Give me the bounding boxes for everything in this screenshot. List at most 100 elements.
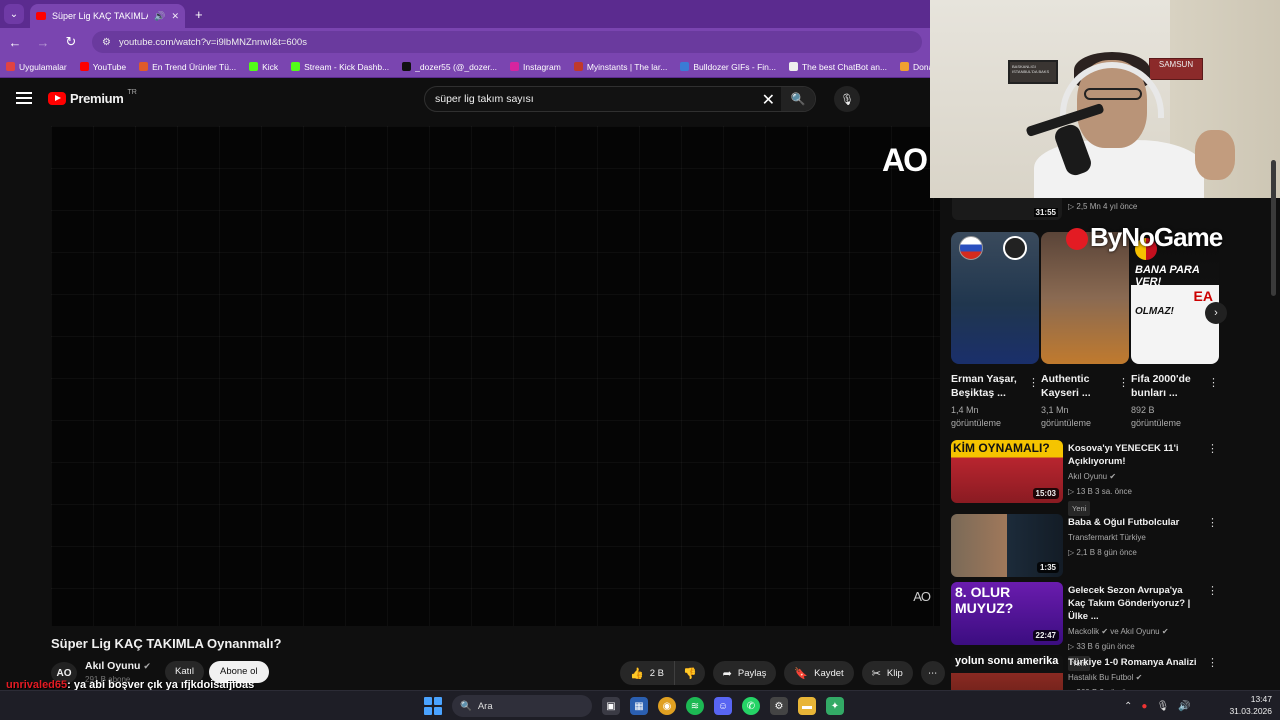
channel-watermark[interactable]: AO <box>913 589 931 604</box>
video-item-meta: ▷ 13 B 3 sa. önce <box>1068 487 1132 496</box>
video-thumbnail[interactable]: 1:35 <box>951 514 1063 577</box>
mic-icon[interactable]: 🎙 <box>1156 701 1169 712</box>
channel-name[interactable]: Akıl Oyunu ✔ <box>85 660 151 672</box>
file-explorer-icon[interactable]: ▬ <box>798 697 816 715</box>
taskbar-search[interactable]: 🔍 Ara <box>452 695 592 717</box>
address-bar[interactable]: ⚙ youtube.com/watch?v=i9lbMNZnnwI&t=600s <box>92 31 922 53</box>
chevron-up-icon[interactable]: ⌃ <box>1124 701 1132 712</box>
video-item-title: Kosova'yı YENECEK 11'i Açıklıyorum! <box>1068 443 1179 467</box>
spotify-icon[interactable]: ≋ <box>686 697 704 715</box>
thumbs-up-icon: 👍 <box>630 667 644 680</box>
video-actions: 👍 2 B 👎 ➦ Paylaş 🔖 Kaydet ✂ Klip ⋯ <box>620 661 945 685</box>
related-video-item[interactable]: 8. OLUR MUYUZ? 22:47 Gelecek Sezon Avrup… <box>951 582 1231 671</box>
video-more-icon[interactable]: ⋮ <box>1207 584 1218 597</box>
bookmark-item[interactable]: Kick <box>249 62 278 72</box>
clear-search-icon[interactable]: ✕ <box>762 90 775 110</box>
speaker-icon[interactable]: 🔊 <box>154 11 165 22</box>
dislike-button[interactable]: 👎 <box>674 661 705 685</box>
tab-search-button[interactable]: ⌄ <box>4 4 24 24</box>
short-more-icon[interactable]: ⋮ <box>1208 376 1219 389</box>
bookmark-item[interactable]: YouTube <box>79 61 127 72</box>
bookmark-item[interactable]: Donate ByNoGam <box>900 62 930 72</box>
bookmark-favicon-icon <box>573 62 583 71</box>
clip-button[interactable]: ✂ Klip <box>861 661 913 685</box>
related-video-item[interactable]: KİM OYNAMALI? 15:03 Kosova'yı YENECEK 11… <box>951 440 1231 516</box>
related-video-partial[interactable]: 31:55 <box>952 198 1062 220</box>
short-item[interactable]: BANA PARA VER! EA OLMAZ! Fifa 2000'de bu… <box>1131 232 1219 430</box>
share-button[interactable]: ➦ Paylaş <box>712 661 777 685</box>
thumb-text: yolun sonu amerika <box>955 655 1059 667</box>
bookmark-label: Kick <box>262 61 279 72</box>
video-player[interactable]: AO AO <box>51 126 940 626</box>
store-icon[interactable]: ▦ <box>630 697 648 715</box>
browser-toolbar: ← → ↻ ⚙ youtube.com/watch?v=i9lbMNZnnwI&… <box>0 28 930 56</box>
video-item-info: Baba & Oğul Futbolcular Transfermarkt Tü… <box>1068 516 1198 559</box>
search-box[interactable]: süper lig takım sayısı ✕ 🔍 <box>424 86 816 112</box>
video-more-icon[interactable]: ⋮ <box>1207 656 1218 669</box>
volume-icon[interactable]: 🔊 <box>1178 701 1190 712</box>
video-more-icon[interactable]: ⋮ <box>1207 442 1218 455</box>
short-more-icon[interactable]: ⋮ <box>1028 376 1039 389</box>
video-thumbnail[interactable]: 8. OLUR MUYUZ? 22:47 <box>951 582 1063 645</box>
bookmark-favicon-icon <box>291 62 301 71</box>
video-more-icon[interactable]: ⋮ <box>1207 516 1218 529</box>
search-icon: 🔍 <box>460 700 472 712</box>
youtube-favicon-icon <box>36 12 46 20</box>
share-icon: ➦ <box>722 667 732 680</box>
close-tab-icon[interactable]: ✕ <box>171 11 179 22</box>
system-tray: ⌃ ● 🎙 🔊 <box>1124 696 1191 716</box>
bookmark-item[interactable]: The best ChatBot an... <box>788 62 887 72</box>
video-item-info: Kosova'yı YENECEK 11'i Açıklıyorum! Akıl… <box>1068 442 1198 516</box>
short-more-icon[interactable]: ⋮ <box>1118 376 1129 389</box>
voice-search-button[interactable]: 🎙 <box>834 86 860 112</box>
shelf-next-button[interactable]: › <box>1205 302 1227 324</box>
chrome-icon[interactable]: ◉ <box>658 697 676 715</box>
bookmark-item[interactable]: Instagram <box>510 62 561 72</box>
bookmark-item[interactable]: Uygulamalar <box>6 62 67 72</box>
reload-icon[interactable]: ↻ <box>64 34 78 50</box>
menu-icon[interactable] <box>16 92 32 104</box>
site-info-icon[interactable]: ⚙ <box>102 37 111 48</box>
youtube-header: Premium TR süper lig takım sayısı ✕ 🔍 🎙 <box>0 78 940 122</box>
wall-frame: BASKANLIGI ISTANBUL'DA BAKS <box>1008 60 1058 84</box>
youtube-premium-logo[interactable]: Premium TR <box>48 89 137 106</box>
more-actions-button[interactable]: ⋯ <box>920 661 945 685</box>
related-video-item[interactable]: 1:35 Baba & Oğul Futbolcular Transfermar… <box>951 514 1231 578</box>
bookmark-favicon-icon <box>402 62 412 71</box>
short-item[interactable]: Authentic Kayseri ... 3,1 Mn görüntüleme… <box>1041 232 1129 430</box>
bookmark-label: YouTube <box>92 61 127 72</box>
short-item[interactable]: Erman Yaşar, Beşiktaş ... 1,4 Mn görüntü… <box>951 232 1039 430</box>
video-item-meta: ▷ 2,1 B 8 gün önce <box>1068 548 1137 557</box>
bookmark-item[interactable]: Bulldozer GIFs - Fin... <box>680 62 776 72</box>
video-thumbnail[interactable]: KİM OYNAMALI? 15:03 <box>951 440 1063 503</box>
share-label: Paylaş <box>737 667 767 679</box>
bookmark-icon: 🔖 <box>794 667 809 680</box>
search-button[interactable]: 🔍 <box>781 87 815 111</box>
clip-label: Klip <box>886 667 903 679</box>
like-button[interactable]: 👍 2 B <box>620 661 675 685</box>
taskbar-clock[interactable]: 13:47 31.03.2026 <box>1228 693 1272 717</box>
steam-icon[interactable]: ⚙ <box>770 697 788 715</box>
thumbs-down-icon: 👎 <box>682 667 697 680</box>
thumb-text: BANA PARA VER! <box>1135 264 1200 288</box>
app-icon[interactable]: ✦ <box>826 697 844 715</box>
task-view-icon[interactable]: ▣ <box>602 697 620 715</box>
back-icon[interactable]: ← <box>8 35 22 50</box>
search-input[interactable]: süper lig takım sayısı <box>435 93 534 105</box>
forward-icon[interactable]: → <box>36 35 50 50</box>
discord-icon[interactable]: ☺ <box>714 697 732 715</box>
browser-tab-active[interactable]: Süper Lig KAÇ TAKIMLA Oy 🔊 ✕ <box>30 4 185 28</box>
windows-start-icon[interactable] <box>424 697 442 715</box>
whatsapp-icon[interactable]: ✆ <box>742 697 760 715</box>
bookmark-item[interactable]: Myinstants | The lar... <box>573 62 667 72</box>
bookmark-item[interactable]: Stream - Kick Dashb... <box>291 62 389 72</box>
bookmark-item[interactable]: _dozer55 (@_dozer... <box>402 62 497 72</box>
save-button[interactable]: 🔖 Kaydet <box>784 661 854 685</box>
short-thumbnail[interactable] <box>951 232 1039 364</box>
page-scrollbar[interactable] <box>1271 160 1276 296</box>
shorts-shelf: Erman Yaşar, Beşiktaş ... 1,4 Mn görüntü… <box>951 232 1221 432</box>
bookmark-item[interactable]: En Trend Ürünler Tü... <box>139 62 236 72</box>
record-icon[interactable]: ● <box>1141 701 1147 712</box>
short-title: Erman Yaşar, Beşiktaş ... <box>951 373 1017 399</box>
new-tab-button[interactable]: + <box>195 7 203 22</box>
